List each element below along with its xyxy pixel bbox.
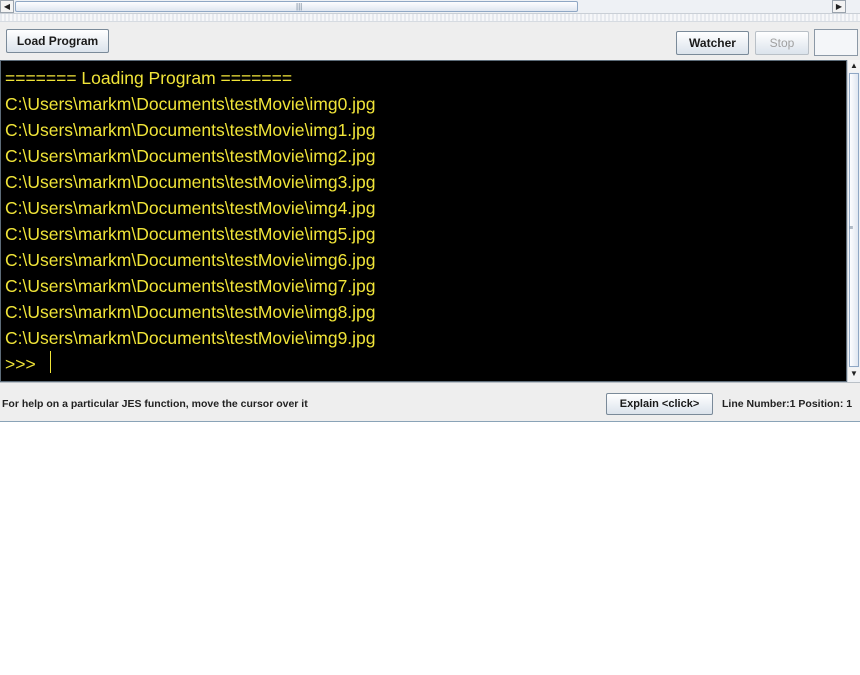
cursor-position: Line Number:1 Position: 1 [722,398,853,410]
console-line: C:\Users\markm\Documents\testMovie\img9.… [5,328,376,348]
watcher-button[interactable]: Watcher [676,31,749,55]
toolbar: Load Program Watcher Stop [0,22,860,60]
console-line: C:\Users\markm\Documents\testMovie\img7.… [5,276,376,296]
status-bar: For help on a particular JES function, m… [0,382,860,422]
scroll-left-arrow-icon[interactable]: ◀ [0,0,14,13]
command-console[interactable]: ======= Loading Program ======= C:\Users… [0,60,847,382]
stop-button[interactable]: Stop [755,31,809,55]
text-caret [50,351,51,373]
vertical-scrollbar[interactable]: ▲ ≡ ▼ [847,60,860,382]
console-line: C:\Users\markm\Documents\testMovie\img6.… [5,250,376,270]
scroll-grip-icon: ||| [296,2,303,11]
scroll-right-arrow-icon[interactable]: ▶ [832,0,846,13]
scroll-grip-icon: ≡ [849,225,854,232]
run-indicator-box [814,29,858,56]
console-line: C:\Users\markm\Documents\testMovie\img5.… [5,224,376,244]
console-line: C:\Users\markm\Documents\testMovie\img2.… [5,146,376,166]
load-program-button[interactable]: Load Program [6,29,109,53]
horizontal-scroll-thumb[interactable]: ||| [15,1,578,12]
split-pane-divider[interactable] [0,14,860,22]
horizontal-scrollbar[interactable]: ◀ ||| ▶ [0,0,860,14]
console-line: C:\Users\markm\Documents\testMovie\img1.… [5,120,376,140]
console-line: C:\Users\markm\Documents\testMovie\img3.… [5,172,376,192]
console-line: C:\Users\markm\Documents\testMovie\img0.… [5,94,376,114]
console-prompt: >>> [5,354,36,374]
scroll-up-arrow-icon[interactable]: ▲ [848,60,860,72]
explain-button[interactable]: Explain <click> [606,393,713,415]
help-text: For help on a particular JES function, m… [2,398,308,410]
scroll-down-arrow-icon[interactable]: ▼ [848,368,860,380]
console-line: C:\Users\markm\Documents\testMovie\img4.… [5,198,376,218]
console-line: C:\Users\markm\Documents\testMovie\img8.… [5,302,376,322]
console-line: ======= Loading Program ======= [5,68,293,88]
vertical-scroll-thumb[interactable] [849,73,859,367]
